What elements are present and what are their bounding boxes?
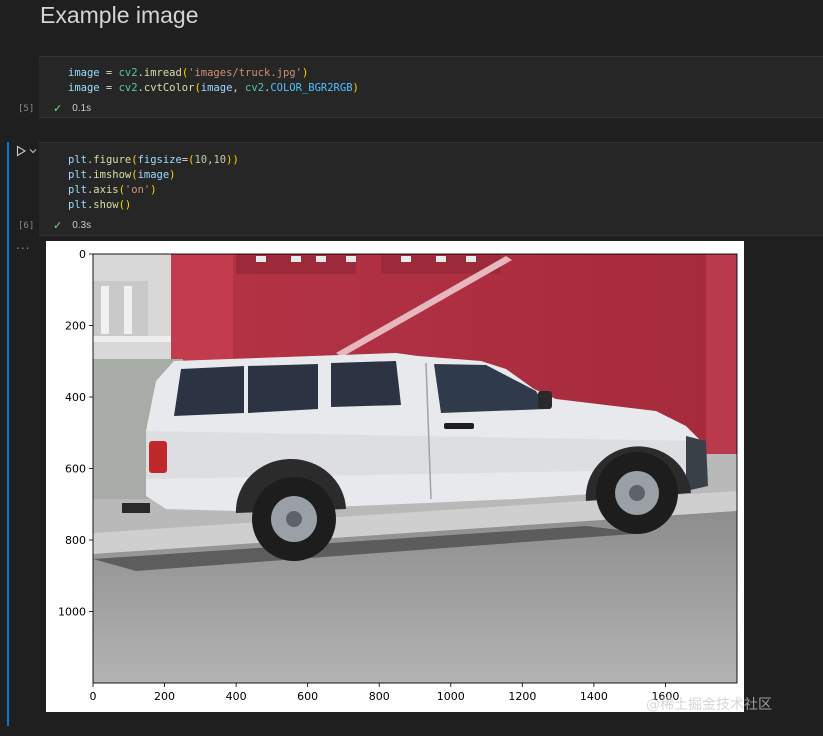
y-tick-label: 200 [65,320,86,333]
code-token: plt [68,154,87,166]
check-icon: ✓ [53,103,63,115]
y-tick-label: 400 [65,391,86,404]
code-token: () [118,199,132,211]
code-line: plt.imshow(image) [68,168,239,183]
code-token: plt [68,199,87,211]
code-token: plt [68,169,87,181]
x-tick-label: 800 [369,690,390,703]
output-figure: 0 200 400 600 800 1000 1200 1400 1600 0 200 400 600 8… [46,241,744,712]
cell-focus-indicator [7,142,9,726]
code-token: plt [68,184,87,196]
code-token: 'images/truck.jpg' [188,67,302,79]
code-token: cv2 [118,67,138,79]
code-token: cvtColor [143,82,195,94]
y-tick-label: 1000 [58,606,86,619]
code-token: , [232,82,246,94]
code-token: cv2 [245,82,265,94]
code-editor[interactable]: image = cv2.imread('images/truck.jpg') im… [68,66,359,96]
watermark: @稀土掘金技术社区 [646,697,772,713]
code-token: 10 [213,154,227,166]
code-token: cv2 [118,82,138,94]
code-token: axis [93,184,119,196]
x-tick-label: 1400 [580,690,608,703]
code-line: image = cv2.imread('images/truck.jpg') [68,66,359,81]
execution-time: 0.3s [72,220,92,231]
execution-count: [6] [18,221,35,231]
chevron-down-icon[interactable] [29,147,37,155]
x-tick-label: 200 [154,690,175,703]
code-cell-2[interactable]: plt.figure(figsize=(10,10)) plt.imshow(im… [39,142,823,236]
code-token: ) [352,82,359,94]
code-token: 'on' [124,184,151,196]
code-token: image [68,82,100,94]
code-line: image = cv2.cvtColor(image, cv2.COLOR_BG… [68,81,359,96]
code-line: plt.show() [68,198,239,213]
code-token: COLOR_BGR2RGB [270,82,353,94]
x-tick-label: 600 [297,690,318,703]
code-line: plt.figure(figsize=(10,10)) [68,153,239,168]
code-token: image [68,67,100,79]
y-tick-label: 600 [65,463,86,476]
code-token: imread [143,67,182,79]
y-tick-label: 800 [65,534,86,547]
code-cell-1[interactable]: image = cv2.imread('images/truck.jpg') im… [39,56,823,118]
code-token: imshow [93,169,132,181]
image-plot: 0 200 400 600 800 1000 1200 1400 160002004006008… [58,248,738,703]
code-token: 10 [194,154,208,166]
code-token: image [200,82,233,94]
markdown-heading: Example image [40,2,199,28]
x-tick-label: 1000 [437,690,465,703]
x-tick-label: 0 [90,690,97,703]
y-tick-label: 0 [79,248,86,261]
x-tick-label: 1200 [508,690,536,703]
run-cell-icon[interactable] [15,145,27,157]
code-token: = [99,67,119,79]
execution-status: ✓ 0.3s [53,219,91,232]
code-token: ) [301,67,309,79]
execution-time: 0.1s [72,103,92,114]
code-token: ) [169,169,176,181]
code-token: figure [93,154,132,166]
code-token: )) [226,154,239,166]
execution-count: [5] [18,104,35,114]
execution-status: ✓ 0.1s [53,102,91,115]
truck-photo [93,254,737,683]
code-token: figsize [137,154,182,166]
code-line: plt.axis('on') [68,183,239,198]
code-editor[interactable]: plt.figure(figsize=(10,10)) plt.imshow(im… [68,153,239,213]
code-token: = [99,82,119,94]
code-token: image [137,169,170,181]
more-actions-icon[interactable]: ... [16,238,30,252]
code-token: ) [150,184,157,196]
check-icon: ✓ [53,220,63,232]
notebook-page: Example image image = cv2.imread('images… [0,0,823,736]
code-token: show [93,199,119,211]
x-tick-label: 400 [226,690,247,703]
